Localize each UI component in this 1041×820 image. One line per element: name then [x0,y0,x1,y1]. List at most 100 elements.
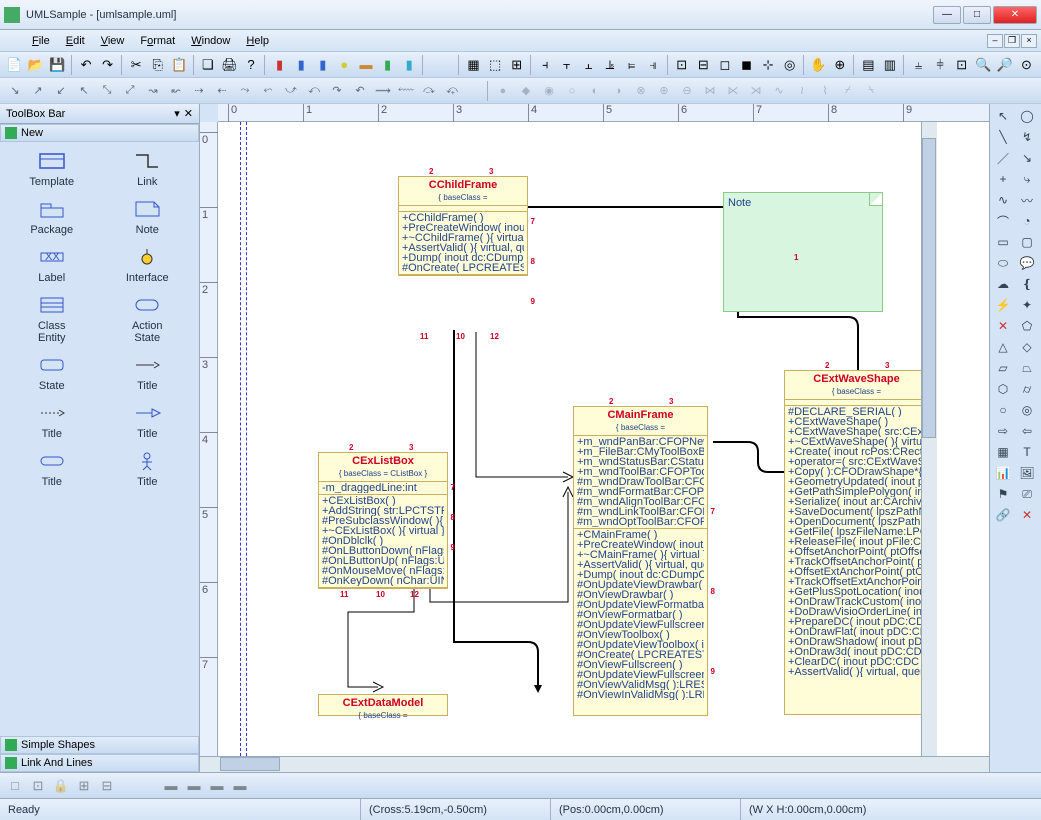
mdi-minimize[interactable]: – [987,34,1003,48]
trapezoid-icon[interactable]: ⏢ [1016,358,1038,378]
arrow3-icon[interactable]: ↙ [50,80,72,102]
shape7-icon[interactable]: ⊗ [630,80,652,102]
align-c-icon[interactable]: ⫟ [557,54,578,76]
distribute-v-icon[interactable]: ⫩ [930,54,951,76]
toolbox-cat-simple[interactable]: Simple Shapes [0,736,199,754]
shape16-icon[interactable]: ⌿ [837,80,859,102]
maximize-button[interactable]: □ [963,6,991,24]
shape3-icon[interactable]: ◉ [538,80,560,102]
align-b-icon[interactable]: ⫣ [643,54,664,76]
crop-icon[interactable]: ⊹ [758,54,779,76]
fill-green-icon[interactable]: ▮ [377,54,398,76]
tool-package[interactable]: Package [4,198,100,236]
ungroup-icon[interactable]: ⊟ [693,54,714,76]
tool-label[interactable]: XXLabel [4,246,100,284]
shape4-icon[interactable]: ○ [561,80,583,102]
target-icon[interactable]: ◎ [779,54,800,76]
arrow8-icon[interactable]: ↜ [165,80,187,102]
arrow5-icon[interactable]: ⤡ [96,80,118,102]
ole-icon[interactable]: ⎚ [1016,484,1038,504]
align-left-icon[interactable]: ▮ [269,54,290,76]
bezier-icon[interactable]: 〰 [1016,190,1038,210]
tool-title5[interactable]: Title [100,450,196,488]
print-icon[interactable]: 🖨 [219,54,240,76]
arrow11-icon[interactable]: ⤳ [234,80,256,102]
arrow12-icon[interactable]: ⬿ [257,80,279,102]
cross-icon[interactable]: ✕ [992,316,1014,336]
duplicate-icon[interactable]: ❏ [198,54,219,76]
diamond-icon[interactable]: ◇ [1016,337,1038,357]
minimize-button[interactable]: — [933,6,961,24]
layer2-icon[interactable]: ▥ [880,54,901,76]
toolbox-cat-new[interactable]: New [0,124,199,142]
b9-icon[interactable]: ▬ [229,775,251,797]
tool-title3[interactable]: Title [100,402,196,440]
tool-note[interactable]: Note [100,198,196,236]
arrow16-icon[interactable]: ↶ [349,80,371,102]
arrow1-icon[interactable]: ↘ [4,80,26,102]
shape15-icon[interactable]: ⌇ [814,80,836,102]
arrow7-icon[interactable]: ↝ [142,80,164,102]
line-icon[interactable]: ╲ [992,127,1014,147]
fill-cyan-icon[interactable]: ▮ [399,54,420,76]
zoom100-icon[interactable]: ⊙ [1016,54,1037,76]
lasso-icon[interactable]: ◯ [1016,106,1038,126]
uml-class-childframe[interactable]: CChildFrame{ baseClass = +CChildFrame( )… [398,176,528,276]
arrow-icon[interactable]: ↘ [1016,148,1038,168]
shape6-icon[interactable]: ◑ [607,80,629,102]
circle-icon[interactable]: ○ [992,400,1014,420]
redo-icon[interactable]: ↷ [97,54,118,76]
menu-view[interactable]: View [93,33,133,49]
fill-yellow-icon[interactable]: ● [334,54,355,76]
arrow6-icon[interactable]: ⤢ [119,80,141,102]
pan-icon[interactable]: ✋ [808,54,829,76]
shape1-icon[interactable]: ● [492,80,514,102]
open-icon[interactable]: 📂 [26,54,47,76]
b1-icon[interactable]: □ [4,775,26,797]
uml-class-mainframe[interactable]: CMainFrame{ baseClass = +m_wndPanBar:CFO… [573,406,708,716]
shape13-icon[interactable]: ∿ [768,80,790,102]
paste-icon[interactable]: 📋 [169,54,190,76]
connector-icon[interactable]: ⤷ [1016,169,1038,189]
toolbox-cat-links[interactable]: Link And Lines [0,754,199,772]
pie-icon[interactable]: ◔ [1016,211,1038,231]
front-icon[interactable]: ◻ [715,54,736,76]
triangle-icon[interactable]: △ [992,337,1014,357]
b7-icon[interactable]: ▬ [183,775,205,797]
snap-icon[interactable]: ⊞ [506,54,527,76]
fill-orange-icon[interactable]: ▬ [356,54,377,76]
b6-icon[interactable]: ▬ [160,775,182,797]
fit-icon[interactable]: ⊡ [951,54,972,76]
cylinder-icon[interactable]: ⌭ [1016,379,1038,399]
shape9-icon[interactable]: ⊖ [676,80,698,102]
uml-note[interactable]: Note 1 [723,192,883,312]
toolbox-pin-icon[interactable]: ▾ [174,107,180,120]
shape14-icon[interactable]: ≀ [791,80,813,102]
star-icon[interactable]: ✦ [1016,295,1038,315]
flag-icon[interactable]: ⚑ [992,484,1014,504]
align-r-icon[interactable]: ⫠ [578,54,599,76]
link-icon[interactable]: 🔗 [992,505,1014,525]
cloud-icon[interactable]: ☁ [992,274,1014,294]
b4-icon[interactable]: ⊞ [73,775,95,797]
table-icon[interactable]: ▦ [992,442,1014,462]
text-icon[interactable]: T [1016,442,1038,462]
arrow19-icon[interactable]: ⤼ [418,80,440,102]
distribute-h-icon[interactable]: ⫨ [908,54,929,76]
scrollbar-horizontal[interactable] [200,756,989,772]
tool-title4[interactable]: Title [4,450,100,488]
arrow4-icon[interactable]: ↖ [73,80,95,102]
arrow9-icon[interactable]: ⇢ [188,80,210,102]
hexagon-icon[interactable]: ⬡ [992,379,1014,399]
polygon-icon[interactable]: ⬠ [1016,316,1038,336]
arrow2-icon[interactable]: ↗ [27,80,49,102]
shape10-icon[interactable]: ⋈ [699,80,721,102]
parallelogram-icon[interactable]: ▱ [992,358,1014,378]
arrow10-icon[interactable]: ⇠ [211,80,233,102]
menu-help[interactable]: Help [238,33,277,49]
arrow17-icon[interactable]: ⟿ [372,80,394,102]
scrollbar-vertical[interactable] [921,122,937,756]
mdi-close[interactable]: × [1021,34,1037,48]
canvas[interactable]: CChildFrame{ baseClass = +CChildFrame( )… [218,122,989,756]
curve-icon[interactable]: ∿ [992,190,1014,210]
